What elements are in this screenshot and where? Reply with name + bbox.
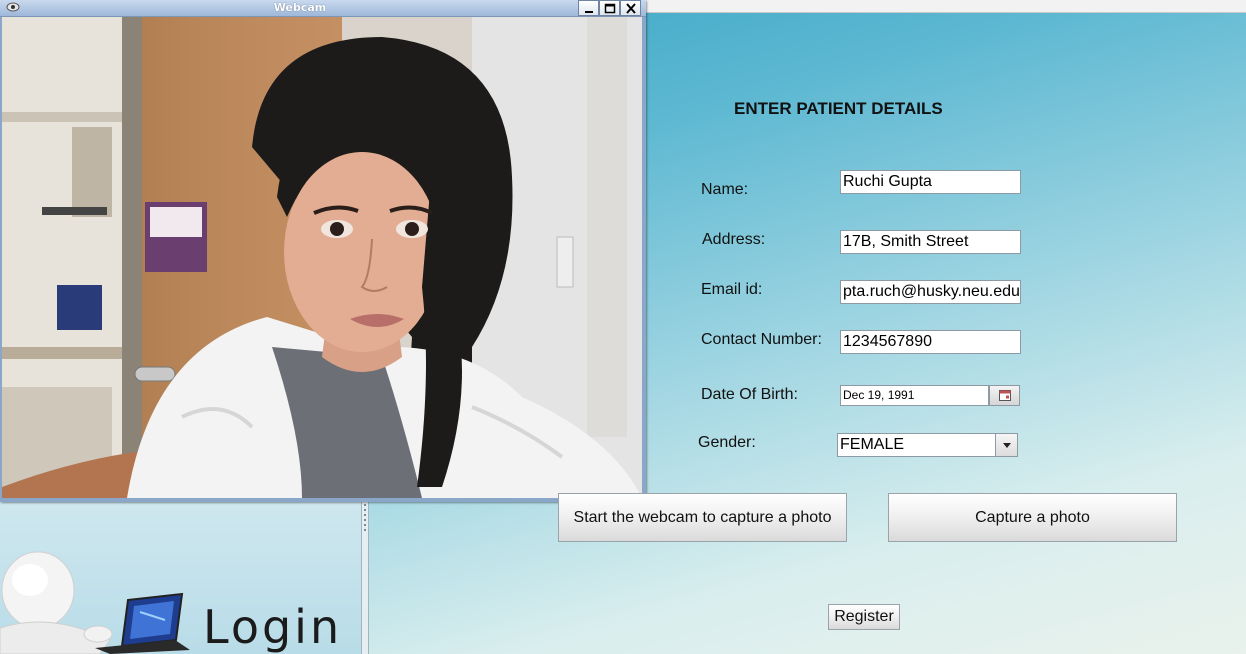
- webcam-titlebar[interactable]: Webcam: [0, 0, 646, 17]
- panel-splitter[interactable]: [361, 500, 369, 654]
- webcam-window-title: Webcam: [273, 1, 327, 14]
- calendar-icon: [999, 390, 1011, 401]
- address-field[interactable]: 17B, Smith Street: [840, 230, 1021, 254]
- close-icon: [626, 3, 636, 14]
- contact-label: Contact Number:: [701, 331, 822, 348]
- minimize-button[interactable]: [578, 0, 599, 16]
- window-top-strip: [646, 0, 1246, 13]
- gender-select[interactable]: FEMALE: [837, 433, 1018, 457]
- address-label: Address:: [702, 231, 766, 248]
- form-title: ENTER PATIENT DETAILS: [734, 99, 943, 118]
- maximize-button[interactable]: [599, 0, 620, 16]
- name-field[interactable]: Ruchi Gupta: [840, 170, 1021, 194]
- register-button[interactable]: Register: [828, 604, 900, 630]
- minimize-icon: [585, 11, 593, 13]
- dob-field[interactable]: Dec 19, 1991: [840, 385, 989, 406]
- gender-label: Gender:: [698, 434, 756, 451]
- maximize-icon: [604, 3, 616, 14]
- name-label: Name:: [701, 181, 749, 198]
- chevron-down-icon: [1003, 443, 1011, 448]
- email-label: Email id:: [701, 281, 763, 298]
- gender-dropdown-button[interactable]: [995, 434, 1017, 456]
- webcam-window: Webcam: [0, 0, 646, 502]
- close-button[interactable]: [620, 0, 641, 16]
- email-field[interactable]: pta.ruch@husky.neu.edu: [840, 280, 1021, 304]
- start-webcam-button[interactable]: Start the webcam to capture a photo: [558, 493, 847, 542]
- login-logo-text: Login: [203, 600, 343, 654]
- gender-select-value: FEMALE: [840, 436, 905, 453]
- date-picker-button[interactable]: [989, 385, 1020, 406]
- webcam-video-feed: [2, 17, 642, 498]
- splitter-grip[interactable]: [364, 504, 366, 534]
- dob-label: Date Of Birth:: [701, 386, 798, 403]
- capture-photo-button[interactable]: Capture a photo: [888, 493, 1177, 542]
- contact-field[interactable]: 1234567890: [840, 330, 1021, 354]
